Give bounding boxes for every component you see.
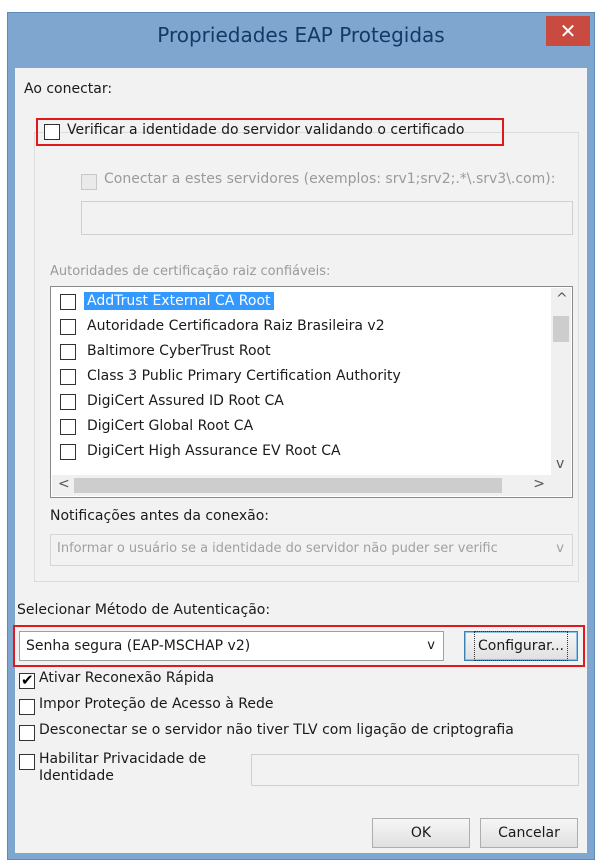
scroll-thumb[interactable] bbox=[553, 316, 569, 342]
ca-item-checkbox[interactable] bbox=[60, 344, 76, 360]
ca-item-label: Baltimore CyberTrust Root bbox=[87, 343, 271, 359]
privacy-checkbox[interactable] bbox=[19, 754, 35, 770]
chevron-down-icon: v bbox=[556, 541, 564, 556]
connect-servers-checkbox[interactable] bbox=[81, 174, 97, 190]
connect-servers-label: Conectar a estes servidores (exemplos: s… bbox=[104, 171, 556, 187]
eap-properties-dialog: Propriedades EAP Protegidas ✕ Ao conecta… bbox=[7, 12, 595, 860]
close-icon: ✕ bbox=[559, 19, 577, 43]
privacy-input[interactable] bbox=[251, 754, 579, 786]
ok-button[interactable]: OK bbox=[372, 818, 470, 848]
servers-input[interactable] bbox=[81, 201, 573, 235]
ca-item-checkbox[interactable] bbox=[60, 419, 76, 435]
notifications-select[interactable]: Informar o usuário se a identidade do se… bbox=[50, 534, 573, 566]
connect-section-label: Ao conectar: bbox=[24, 81, 113, 97]
ca-list-horizontal-scrollbar[interactable]: < > bbox=[52, 475, 571, 496]
scroll-down-icon[interactable]: v bbox=[556, 456, 564, 472]
ca-item-checkbox[interactable] bbox=[60, 394, 76, 410]
dialog-body: Ao conectar: Verificar a identidade do s… bbox=[13, 68, 587, 853]
ca-item-checkbox[interactable] bbox=[60, 369, 76, 385]
auth-option-checkbox[interactable] bbox=[19, 699, 35, 715]
auth-method-select[interactable]: Senha segura (EAP-MSCHAP v2) v bbox=[19, 631, 444, 661]
auth-option-label[interactable]: Impor Proteção de Acesso à Rede bbox=[39, 696, 273, 712]
cancel-button[interactable]: Cancelar bbox=[480, 818, 578, 848]
privacy-label[interactable]: Habilitar Privacidade de Identidade bbox=[39, 751, 206, 785]
scroll-up-icon[interactable]: ^ bbox=[556, 291, 568, 307]
scroll-left-icon[interactable]: < bbox=[58, 476, 70, 492]
verify-cert-checkbox[interactable] bbox=[44, 124, 60, 140]
scroll-right-icon[interactable]: > bbox=[533, 476, 545, 492]
auth-method-label: Selecionar Método de Autenticação: bbox=[17, 602, 271, 618]
trusted-ca-list[interactable]: AddTrust External CA Root Autoridade Cert… bbox=[50, 286, 573, 498]
close-button[interactable]: ✕ bbox=[546, 16, 590, 46]
auth-option-label[interactable]: Desconectar se o servidor não tiver TLV … bbox=[39, 722, 514, 738]
title-bar: Propriedades EAP Protegidas ✕ bbox=[8, 13, 594, 53]
ca-item-checkbox[interactable] bbox=[60, 294, 76, 310]
ca-item-label: Autoridade Certificadora Raiz Brasileira… bbox=[87, 318, 385, 334]
auth-option-checkbox[interactable] bbox=[19, 725, 35, 741]
chevron-down-icon: v bbox=[427, 638, 435, 653]
verify-cert-label[interactable]: Verificar a identidade do servidor valid… bbox=[67, 122, 464, 138]
ca-list-vertical-scrollbar[interactable]: ^ v bbox=[551, 288, 571, 475]
ca-item-label: AddTrust External CA Root bbox=[84, 292, 274, 310]
notifications-label: Notificações antes da conexão: bbox=[50, 508, 269, 524]
ca-item-checkbox[interactable] bbox=[60, 319, 76, 335]
ca-item-label: Class 3 Public Primary Certification Aut… bbox=[87, 368, 401, 384]
header-fragment bbox=[0, 0, 598, 12]
auth-option-checkbox[interactable] bbox=[19, 671, 35, 689]
ca-item-checkbox[interactable] bbox=[60, 444, 76, 460]
ca-item-label: DigiCert Global Root CA bbox=[87, 418, 254, 434]
auth-option-label[interactable]: Ativar Reconexão Rápida bbox=[39, 670, 214, 686]
ca-item-label: DigiCert High Assurance EV Root CA bbox=[87, 443, 341, 459]
trusted-ca-label: Autoridades de certificação raiz confiáv… bbox=[50, 264, 331, 279]
horizontal-scroll-thumb[interactable] bbox=[74, 478, 502, 493]
dialog-title: Propriedades EAP Protegidas bbox=[157, 23, 445, 47]
ca-item-label: DigiCert Assured ID Root CA bbox=[87, 393, 284, 409]
configure-button[interactable]: Configurar... bbox=[464, 631, 578, 661]
